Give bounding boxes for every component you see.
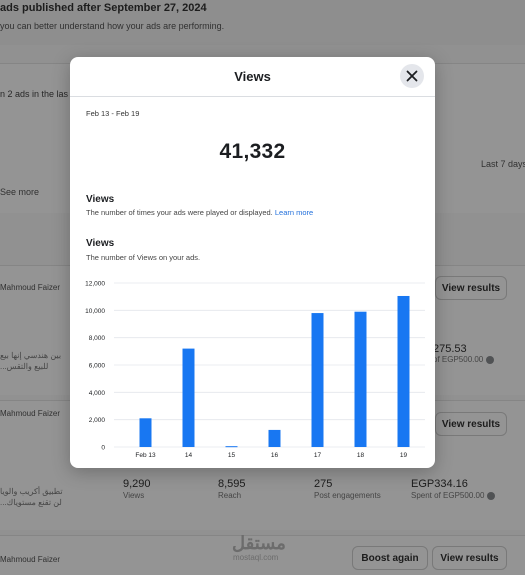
total-views: 41,332 bbox=[219, 140, 286, 163]
x-tick-label: 15 bbox=[228, 452, 236, 459]
y-tick-label: 4,000 bbox=[89, 390, 106, 397]
close-icon bbox=[406, 70, 418, 82]
learn-more-link[interactable]: Learn more bbox=[275, 208, 313, 217]
date-range: Feb 13 - Feb 19 bbox=[86, 109, 140, 118]
views-definition-description: The number of times your ads were played… bbox=[86, 208, 273, 217]
y-tick-label: 0 bbox=[101, 445, 105, 452]
x-tick-label: 16 bbox=[271, 452, 279, 459]
views-dialog: Views Feb 13 - Feb 19 41,332 Views The n… bbox=[70, 57, 435, 468]
close-button[interactable] bbox=[400, 64, 424, 88]
bar-14[interactable] bbox=[182, 348, 195, 447]
views-chart-description: The number of Views on your ads. bbox=[86, 253, 201, 262]
y-tick-label: 10,000 bbox=[85, 308, 105, 315]
y-tick-label: 6,000 bbox=[89, 363, 106, 370]
y-tick-label: 12,000 bbox=[85, 281, 105, 288]
x-tick-label: 18 bbox=[357, 452, 365, 459]
views-definition-title: Views bbox=[86, 194, 115, 205]
x-tick-label: Feb 13 bbox=[135, 452, 156, 459]
dialog-header: Views bbox=[70, 57, 435, 97]
x-tick-label: 17 bbox=[314, 452, 322, 459]
x-tick-label: 14 bbox=[185, 452, 193, 459]
views-bar-chart: 0 2,000 4,000 6,000 8,000 10,000 12,000 Feb 13 1… bbox=[85, 281, 425, 459]
y-tick-label: 8,000 bbox=[89, 335, 106, 342]
bar-feb-13[interactable] bbox=[139, 418, 152, 447]
views-definition-text: The number of times your ads were played… bbox=[86, 208, 313, 217]
y-tick-label: 2,000 bbox=[89, 417, 106, 424]
bar-17[interactable] bbox=[311, 313, 324, 447]
views-chart-title: Views bbox=[86, 238, 115, 249]
dialog-title: Views bbox=[234, 69, 271, 84]
bar-16[interactable] bbox=[268, 429, 281, 447]
bar-18[interactable] bbox=[354, 311, 367, 447]
bar-15[interactable] bbox=[225, 446, 238, 448]
bar-19[interactable] bbox=[397, 295, 410, 447]
x-tick-label: 19 bbox=[400, 452, 408, 459]
